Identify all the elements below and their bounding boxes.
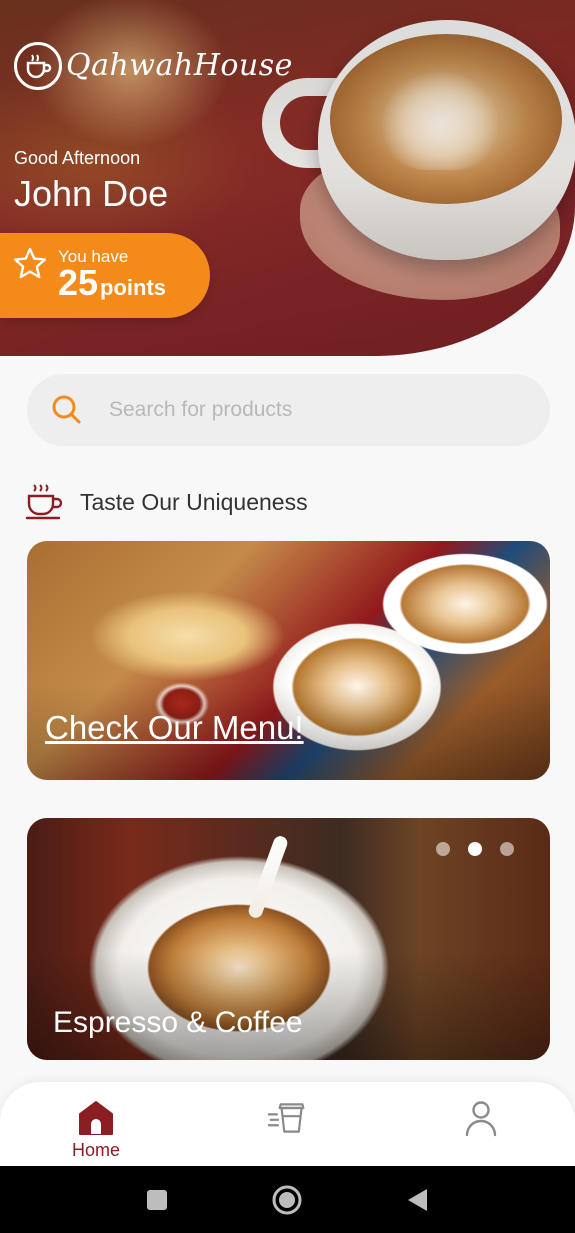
square-icon — [147, 1190, 167, 1210]
search-input[interactable] — [109, 392, 509, 428]
carousel-indicator — [436, 842, 514, 856]
back-triangle-icon — [408, 1189, 427, 1211]
carousel-caption: Espresso & Coffee — [53, 1006, 303, 1039]
app-logo: QahwahHouse — [14, 38, 293, 94]
circle-icon — [272, 1185, 302, 1215]
nav-home-label: Home — [71, 1140, 120, 1160]
carousel-dot[interactable] — [500, 842, 514, 856]
nav-profile[interactable] — [446, 1082, 516, 1166]
carousel-dot-active[interactable] — [468, 842, 482, 856]
carousel-card[interactable]: Espresso & Coffee — [27, 818, 550, 1060]
system-navigation-bar — [0, 1166, 575, 1233]
points-unit: points — [100, 275, 167, 300]
check-menu-link[interactable]: Check Our Menu! — [45, 709, 304, 747]
search-bar[interactable] — [27, 374, 550, 446]
recent-apps-button[interactable] — [137, 1180, 177, 1220]
points-badge[interactable]: You have 25points — [0, 233, 210, 318]
profile-icon — [465, 1101, 497, 1137]
system-back-button[interactable] — [398, 1180, 438, 1220]
app-screen: QahwahHouse Good Afternoon John Doe You … — [0, 0, 575, 1233]
bottom-navigation: Home — [0, 1082, 575, 1166]
section-title: Taste Our Uniqueness — [80, 488, 308, 515]
search-icon — [52, 395, 81, 424]
user-name: John Doe — [14, 173, 169, 214]
points-value-row: 25points — [58, 263, 166, 308]
menu-card[interactable]: Check Our Menu! — [27, 541, 550, 780]
logo-cup-icon — [14, 42, 62, 90]
coffee-cup-icon — [25, 484, 63, 520]
points-number: 25 — [58, 262, 99, 303]
section-header: Taste Our Uniqueness — [24, 482, 308, 522]
greeting-text: Good Afternoon — [14, 148, 141, 168]
home-icon — [79, 1101, 113, 1135]
carousel-dot[interactable] — [436, 842, 450, 856]
nav-menu[interactable] — [252, 1082, 322, 1166]
hero-banner: QahwahHouse Good Afternoon John Doe You … — [0, 0, 575, 356]
logo-text: QahwahHouse — [66, 48, 293, 83]
system-home-button[interactable] — [267, 1180, 307, 1220]
star-icon — [14, 247, 46, 279]
menu-cup-icon — [267, 1103, 305, 1133]
nav-home[interactable]: Home — [56, 1082, 136, 1166]
